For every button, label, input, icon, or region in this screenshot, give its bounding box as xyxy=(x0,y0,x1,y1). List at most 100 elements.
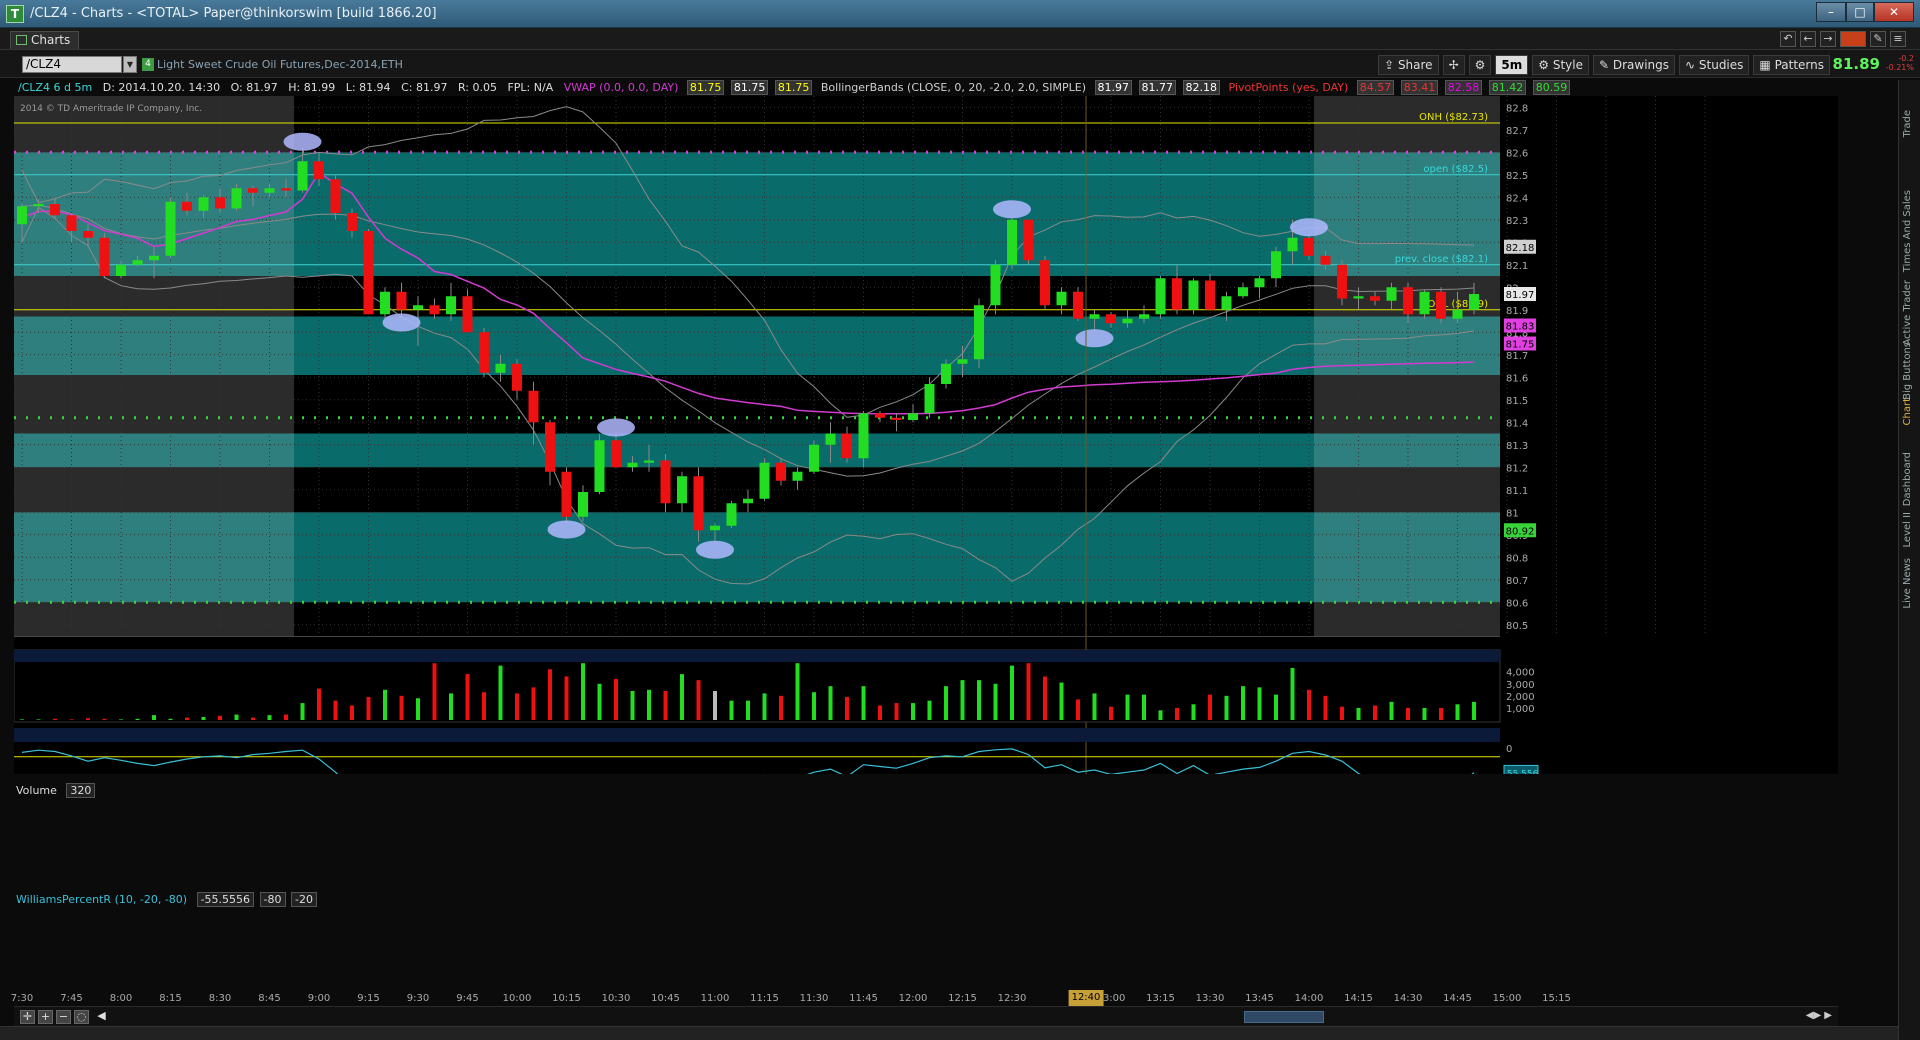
candle-body xyxy=(99,237,110,276)
crosshair-mode-icon[interactable]: ✛ xyxy=(20,1010,35,1024)
tab-charts[interactable]: Charts xyxy=(10,31,80,49)
candle-body xyxy=(330,179,341,213)
volume-bar xyxy=(531,687,536,720)
pivot-value: 83.41 xyxy=(1400,80,1439,95)
volume-bar xyxy=(1175,707,1179,720)
candle-body xyxy=(1106,314,1116,324)
scroll-right-icon[interactable]: ◀▶ ▶ xyxy=(1806,1010,1832,1021)
time-axis-label: 9:15 xyxy=(357,993,380,1004)
bollinger-study-label[interactable]: BollingerBands (CLOSE, 0, 20, -2.0, 2.0,… xyxy=(819,81,1088,94)
volume-bar xyxy=(168,718,173,720)
time-axis-label: 10:15 xyxy=(552,993,581,1004)
forward-icon[interactable]: → xyxy=(1820,31,1836,47)
candle-body xyxy=(908,413,918,420)
candle-body xyxy=(1254,278,1265,288)
zoom-in-icon[interactable]: + xyxy=(38,1010,53,1024)
style-button[interactable]: ⚙ Style xyxy=(1532,55,1589,75)
wpr-oversold: -80 xyxy=(259,892,286,907)
volume-bar xyxy=(1224,695,1229,720)
volume-bar xyxy=(53,718,57,720)
candle-body xyxy=(627,462,638,468)
drawings-label: Drawings xyxy=(1612,58,1670,72)
sidebar-tab-big-buttons[interactable]: Big Buttons xyxy=(1902,342,1918,400)
candle-body xyxy=(231,188,242,209)
time-axis-label: 9:00 xyxy=(307,993,331,1004)
candle-body xyxy=(182,201,192,211)
back-icon[interactable]: ← xyxy=(1800,31,1816,47)
settings-icon[interactable]: ⚙ xyxy=(1468,55,1492,75)
copyright: 2014 © TD Ameritrade IP Company, Inc. xyxy=(20,104,203,114)
volume-bar xyxy=(630,691,635,720)
fit-icon[interactable]: ◌ xyxy=(74,1010,89,1024)
time-scrollbar[interactable] xyxy=(1244,1011,1324,1023)
studies-button[interactable]: ∿ Studies xyxy=(1679,55,1750,75)
sidebar-tab-live-news[interactable]: Live News xyxy=(1902,558,1918,609)
candle-body xyxy=(281,188,291,191)
pivot-study-label[interactable]: PivotPoints (yes, DAY) xyxy=(1227,81,1351,94)
menu-icon[interactable]: ≡ xyxy=(1890,31,1906,47)
price-axis-label: 80.6 xyxy=(1506,598,1528,609)
candle-body xyxy=(297,161,308,191)
share-button[interactable]: ⇪ Share xyxy=(1378,55,1439,75)
minimize-button[interactable]: – xyxy=(1816,2,1846,22)
time-axis-label: 13:45 xyxy=(1245,993,1274,1004)
pivot-value: 84.57 xyxy=(1356,80,1395,95)
maximize-button[interactable]: □ xyxy=(1846,2,1874,22)
pin-icon[interactable]: ✎ xyxy=(1870,31,1886,47)
zoom-out-icon[interactable]: − xyxy=(56,1010,71,1024)
sidebar-tab-times-and-sales[interactable]: Times And Sales xyxy=(1902,190,1918,272)
pivot-value: 80.59 xyxy=(1532,80,1571,95)
symbol-input[interactable] xyxy=(22,56,122,73)
candle-body xyxy=(1403,287,1413,315)
wpr-label[interactable]: WilliamsPercentR (10, -20, -80) xyxy=(16,893,187,906)
swing-marker xyxy=(1290,218,1328,237)
symbol-dropdown-icon[interactable]: ▼ xyxy=(123,56,137,73)
patterns-button[interactable]: ▦ Patterns xyxy=(1753,55,1830,75)
candle-body xyxy=(1353,296,1364,299)
time-axis-label: 11:15 xyxy=(750,993,779,1004)
volume-bar xyxy=(20,719,24,720)
candle-body xyxy=(1419,291,1430,315)
chart-svg[interactable]: ONH ($82.73) open ($82.5) prev. close ($82… xyxy=(14,96,1838,774)
symbol-link-icon[interactable]: 4 xyxy=(142,58,154,71)
vwap-value: 81.75 xyxy=(730,80,769,95)
sidebar-tab-dashboard[interactable]: Dashboard xyxy=(1902,452,1918,506)
candle-body xyxy=(429,305,440,315)
patterns-label: Patterns xyxy=(1774,58,1824,72)
pivot-zone-band xyxy=(294,316,1314,375)
candle-body xyxy=(1386,287,1397,301)
sidebar-tab-active-trader[interactable]: Active Trader xyxy=(1902,280,1918,346)
crosshair-icon[interactable]: ✢ xyxy=(1442,55,1465,75)
symbol-period: /CLZ4 6 d 5m xyxy=(18,81,93,94)
volume-bar xyxy=(119,719,123,720)
scroll-left-icon[interactable]: ◀ xyxy=(94,1010,109,1024)
color-scheme-icon[interactable] xyxy=(1840,31,1866,47)
volume-bar xyxy=(1455,704,1460,720)
candle-body xyxy=(578,492,588,517)
drawings-button[interactable]: ✎ Drawings xyxy=(1592,55,1676,75)
candle-body xyxy=(1056,291,1067,306)
volume-bar xyxy=(1241,686,1245,720)
candle-body xyxy=(116,264,126,276)
volume-bar xyxy=(515,693,519,720)
candle-body xyxy=(1370,296,1380,301)
bar-range: R: 0.05 xyxy=(457,81,497,94)
volume-bar xyxy=(1109,706,1113,720)
time-axis-label: 12:00 xyxy=(898,993,928,1004)
candle-body xyxy=(611,440,621,468)
sidebar-tab-level-ii[interactable]: Level II xyxy=(1902,512,1918,547)
undo-icon[interactable]: ↶ xyxy=(1780,31,1796,47)
sidebar-tab-trade[interactable]: Trade xyxy=(1902,110,1918,137)
vwap-study-label[interactable]: VWAP (0.0, 0.0, DAY) xyxy=(562,81,681,94)
timeframe-button[interactable]: 5m xyxy=(1495,55,1529,75)
price-axis-label: 82.6 xyxy=(1506,148,1528,159)
candle-body xyxy=(165,201,176,256)
price-tag-label: 81.75 xyxy=(1506,340,1535,351)
close-button[interactable]: ✕ xyxy=(1874,2,1914,22)
chart-area[interactable]: ONH ($82.73) open ($82.5) prev. close ($82… xyxy=(14,96,1838,774)
window-titlebar[interactable]: T /CLZ4 - Charts - <TOTAL> Paper@thinkor… xyxy=(0,0,1920,28)
candle-body xyxy=(380,291,390,315)
volume-bar xyxy=(482,692,486,720)
price-tag-label: 80.92 xyxy=(1506,526,1535,537)
sidebar-tab-chart[interactable]: Chart xyxy=(1902,398,1918,425)
